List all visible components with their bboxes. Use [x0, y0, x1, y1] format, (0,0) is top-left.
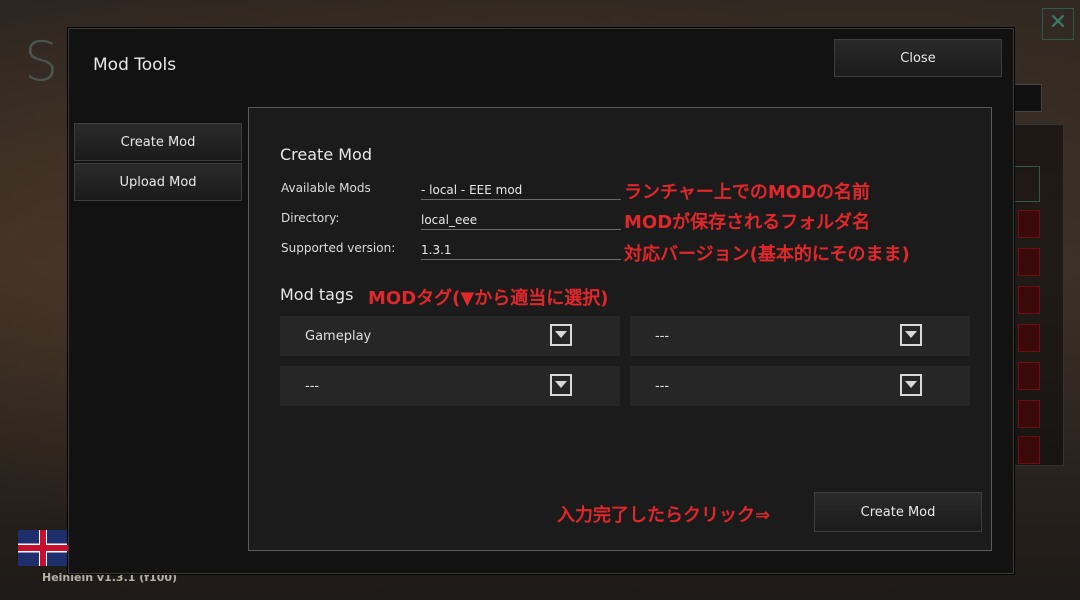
background-red-slot: [1018, 248, 1040, 276]
chevron-down-icon[interactable]: [550, 324, 572, 346]
supported-version-field[interactable]: 1.3.1: [421, 241, 621, 260]
dialog-title: Mod Tools: [93, 55, 177, 75]
annotation-folder-name: MODが保存されるフォルダ名: [624, 212, 871, 233]
tag-dropdown-4[interactable]: ---: [630, 366, 970, 406]
annotation-click: 入力完了したらクリック⇒: [557, 505, 771, 526]
tag-dropdown-3[interactable]: ---: [280, 366, 620, 406]
background-field: [1012, 84, 1042, 112]
annotation-mod-name: ランチャー上でのMODの名前: [624, 182, 870, 203]
panel-title: Create Mod: [280, 145, 372, 164]
uk-flag-icon[interactable]: [18, 530, 68, 566]
background-red-slot: [1018, 324, 1040, 352]
tag-dropdown-value: ---: [655, 378, 670, 394]
tag-dropdown-value: ---: [305, 378, 320, 394]
directory-field[interactable]: local_eee: [421, 211, 621, 230]
tag-dropdown-value: ---: [655, 328, 670, 344]
create-mod-panel: Create Mod Available Mods - local - EEE …: [248, 107, 992, 551]
close-button[interactable]: Close: [834, 39, 1002, 77]
sidebar-item-upload-mod[interactable]: Upload Mod: [74, 163, 242, 201]
annotation-tags: MODタグ(▼から適当に選択): [368, 288, 609, 309]
background-red-slot: [1018, 286, 1040, 314]
game-close-icon[interactable]: ✕: [1042, 8, 1074, 40]
directory-label: Directory:: [281, 211, 340, 225]
background-selector: [1012, 166, 1040, 202]
background-red-slot: [1018, 436, 1040, 464]
background-red-slot: [1018, 362, 1040, 390]
tag-dropdown-1[interactable]: Gameplay: [280, 316, 620, 356]
chevron-down-icon[interactable]: [900, 324, 922, 346]
background-red-slot: [1018, 400, 1040, 428]
tag-dropdown-value: Gameplay: [305, 328, 372, 344]
create-mod-button[interactable]: Create Mod: [814, 492, 982, 532]
sidebar-item-create-mod[interactable]: Create Mod: [74, 123, 242, 161]
available-mods-field[interactable]: - local - EEE mod: [421, 181, 621, 200]
annotation-version: 対応バージョン(基本的にそのまま): [624, 244, 910, 265]
chevron-down-icon[interactable]: [900, 374, 922, 396]
supported-version-label: Supported version:: [281, 241, 396, 255]
tag-dropdown-2[interactable]: ---: [630, 316, 970, 356]
mod-tags-title: Mod tags: [280, 285, 354, 304]
available-mods-label: Available Mods: [281, 181, 371, 195]
chevron-down-icon[interactable]: [550, 374, 572, 396]
background-red-slot: [1018, 210, 1040, 238]
game-logo: S: [24, 30, 59, 93]
